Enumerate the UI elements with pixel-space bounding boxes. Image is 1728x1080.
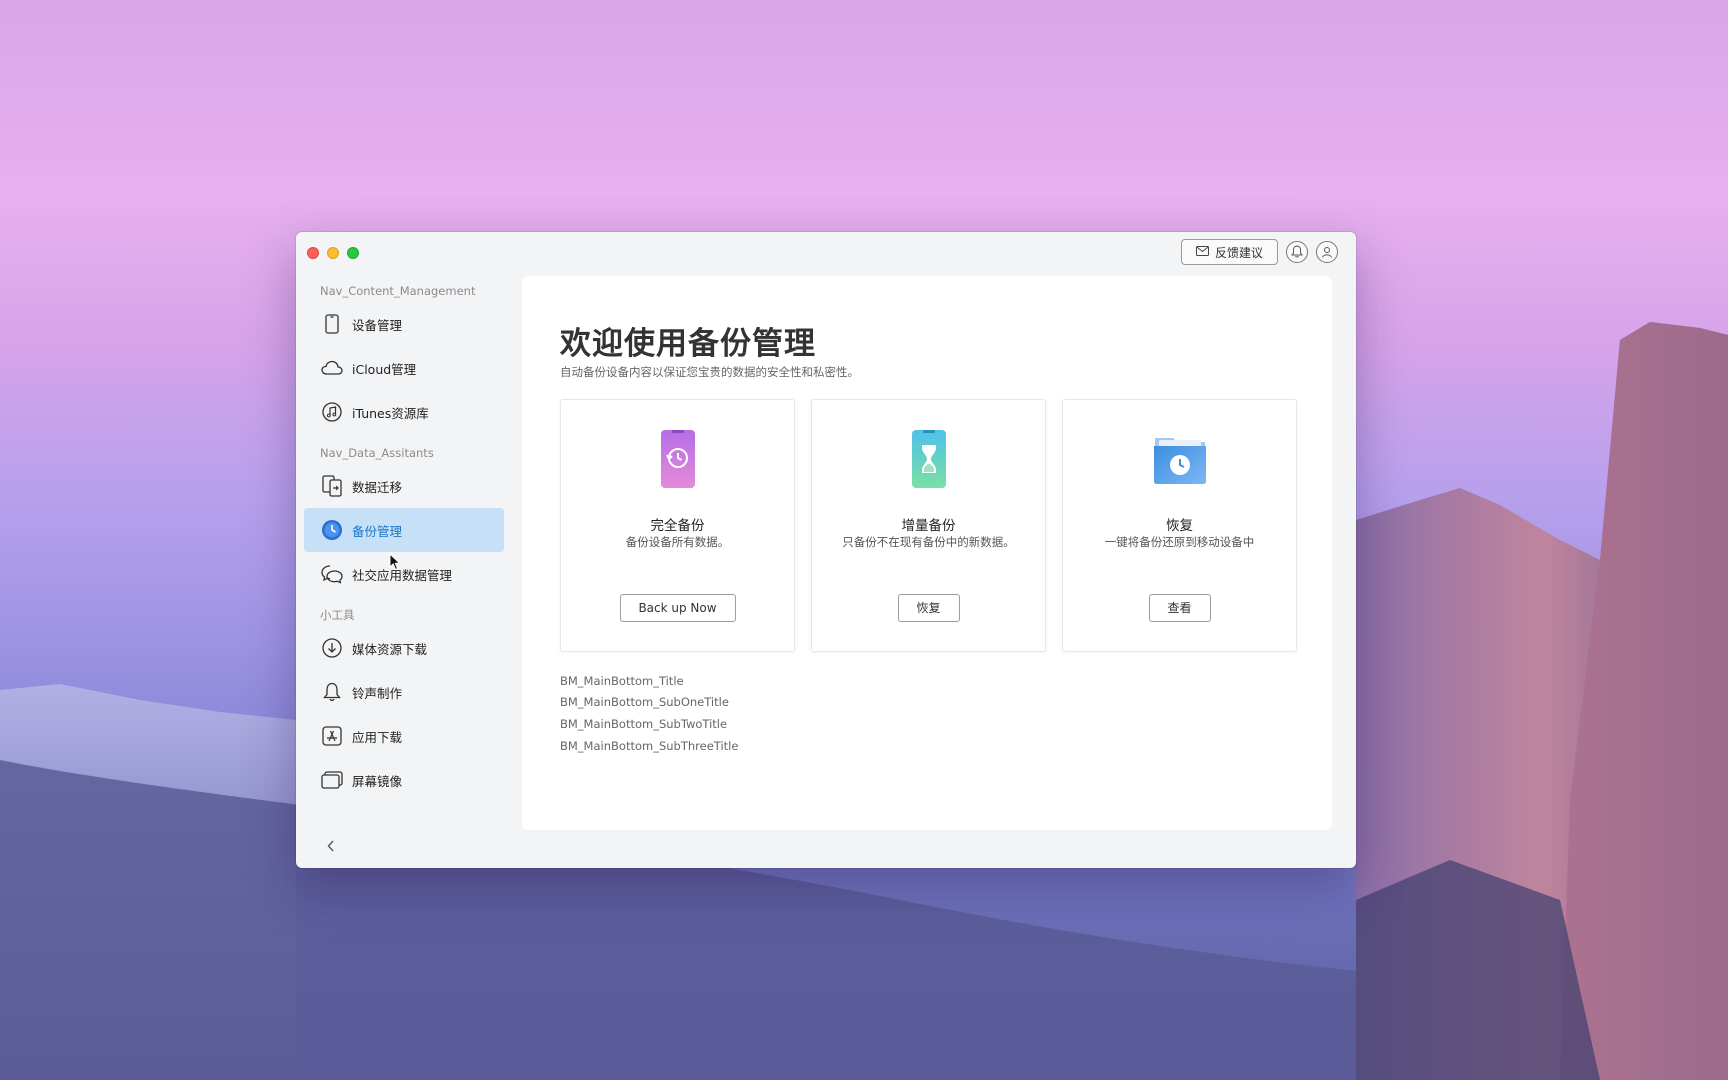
phone-icon <box>320 312 344 336</box>
mouse-cursor-icon <box>389 552 401 575</box>
account-button[interactable] <box>1316 241 1338 263</box>
view-button[interactable]: 查看 <box>1148 594 1211 622</box>
chevron-left-icon <box>326 838 336 857</box>
user-icon <box>1321 243 1333 262</box>
bottom-info: BM_MainBottom_Title BM_MainBottom_SubOne… <box>560 672 738 757</box>
sidebar-item-label: 数据迁移 <box>352 479 403 495</box>
minimize-window-button[interactable] <box>327 247 339 259</box>
sidebar-item-media-download[interactable]: 媒体资源下载 <box>304 626 504 670</box>
desktop-background: 反馈建议 Nav_Content_Management 设备管理 iCloud管… <box>0 0 1728 1080</box>
transfer-icon <box>320 474 344 498</box>
card-description: 备份设备所有数据。 <box>625 535 730 549</box>
full-backup-icon <box>643 428 713 490</box>
page-title: 欢迎使用备份管理 <box>560 326 816 362</box>
backup-icon <box>320 518 344 542</box>
sidebar-item-app-download[interactable]: 应用下载 <box>304 714 504 758</box>
card-title: 增量备份 <box>901 518 956 534</box>
sidebar-item-device-management[interactable]: 设备管理 <box>304 302 504 346</box>
incremental-backup-card: 增量备份 只备份不在现有备份中的新数据。 恢复 <box>811 399 1046 652</box>
sidebar: Nav_Content_Management 设备管理 iCloud管理 iTu… <box>304 280 504 802</box>
card-title: 完全备份 <box>650 518 705 534</box>
close-window-button[interactable] <box>307 247 319 259</box>
sidebar-item-label: 社交应用数据管理 <box>352 567 453 583</box>
notification-button[interactable] <box>1286 241 1308 263</box>
feedback-label: 反馈建议 <box>1214 245 1263 260</box>
card-description: 一键将备份还原到移动设备中 <box>1104 535 1255 549</box>
mail-icon <box>1195 245 1209 259</box>
topbar-actions: 反馈建议 <box>1180 239 1338 265</box>
backup-options: 完全备份 备份设备所有数据。 Back up Now 增量备份 只备份不在现有备… <box>560 399 1297 652</box>
sidebar-item-social-app-data[interactable]: 社交应用数据管理 <box>304 552 504 596</box>
collapse-sidebar-button[interactable] <box>326 838 336 857</box>
sidebar-item-icloud[interactable]: iCloud管理 <box>304 346 504 390</box>
sidebar-item-label: 铃声制作 <box>352 685 403 701</box>
sidebar-item-label: 屏幕镜像 <box>352 773 403 789</box>
sidebar-item-backup-management[interactable]: 备份管理 <box>304 508 504 552</box>
restore-folder-icon <box>1145 428 1215 490</box>
full-backup-card: 完全备份 备份设备所有数据。 Back up Now <box>560 399 795 652</box>
restore-card: 恢复 一键将备份还原到移动设备中 查看 <box>1062 399 1297 652</box>
download-icon <box>320 636 344 660</box>
nav-section-data-assistants: Nav_Data_Assitants <box>320 446 434 460</box>
page-subtitle: 自动备份设备内容以保证您宝贵的数据的安全性和私密性。 <box>560 365 859 379</box>
window-controls <box>307 247 359 259</box>
bell-icon <box>1291 243 1303 262</box>
maximize-window-button[interactable] <box>347 247 359 259</box>
sidebar-item-ringtone-maker[interactable]: 铃声制作 <box>304 670 504 714</box>
incremental-backup-icon <box>894 428 964 490</box>
app-window: 反馈建议 Nav_Content_Management 设备管理 iCloud管… <box>296 232 1356 868</box>
card-description: 只备份不在现有备份中的新数据。 <box>842 535 1015 549</box>
cloud-icon <box>320 356 344 380</box>
app-store-icon <box>320 724 344 748</box>
card-title: 恢复 <box>1166 518 1193 534</box>
restore-button[interactable]: 恢复 <box>897 594 960 622</box>
back-up-now-button[interactable]: Back up Now <box>619 594 736 622</box>
bottom-subtitle-three: BM_MainBottom_SubThreeTitle <box>560 739 739 753</box>
bell-icon <box>320 680 344 704</box>
sidebar-item-label: iTunes资源库 <box>352 405 429 421</box>
sidebar-item-label: 设备管理 <box>352 317 403 333</box>
bottom-subtitle-two: BM_MainBottom_SubTwoTitle <box>560 717 728 731</box>
bottom-title: BM_MainBottom_Title <box>560 674 684 688</box>
bottom-subtitle-one: BM_MainBottom_SubOneTitle <box>560 695 729 709</box>
nav-section-content-management: Nav_Content_Management <box>320 284 476 298</box>
chat-icon <box>320 562 344 586</box>
main-content: 欢迎使用备份管理 自动备份设备内容以保证您宝贵的数据的安全性和私密性。 完全备份… <box>522 276 1332 830</box>
sidebar-item-label: 媒体资源下载 <box>352 641 428 657</box>
sidebar-item-label: iCloud管理 <box>352 361 417 377</box>
sidebar-item-itunes-library[interactable]: iTunes资源库 <box>304 390 504 434</box>
sidebar-item-data-transfer[interactable]: 数据迁移 <box>304 464 504 508</box>
feedback-button[interactable]: 反馈建议 <box>1180 239 1278 265</box>
sidebar-item-screen-mirror[interactable]: 屏幕镜像 <box>304 758 504 802</box>
sidebar-item-label: 备份管理 <box>352 523 403 539</box>
music-icon <box>320 400 344 424</box>
mirror-icon <box>320 768 344 792</box>
sidebar-item-label: 应用下载 <box>352 729 403 745</box>
nav-section-tools: 小工具 <box>320 608 355 622</box>
